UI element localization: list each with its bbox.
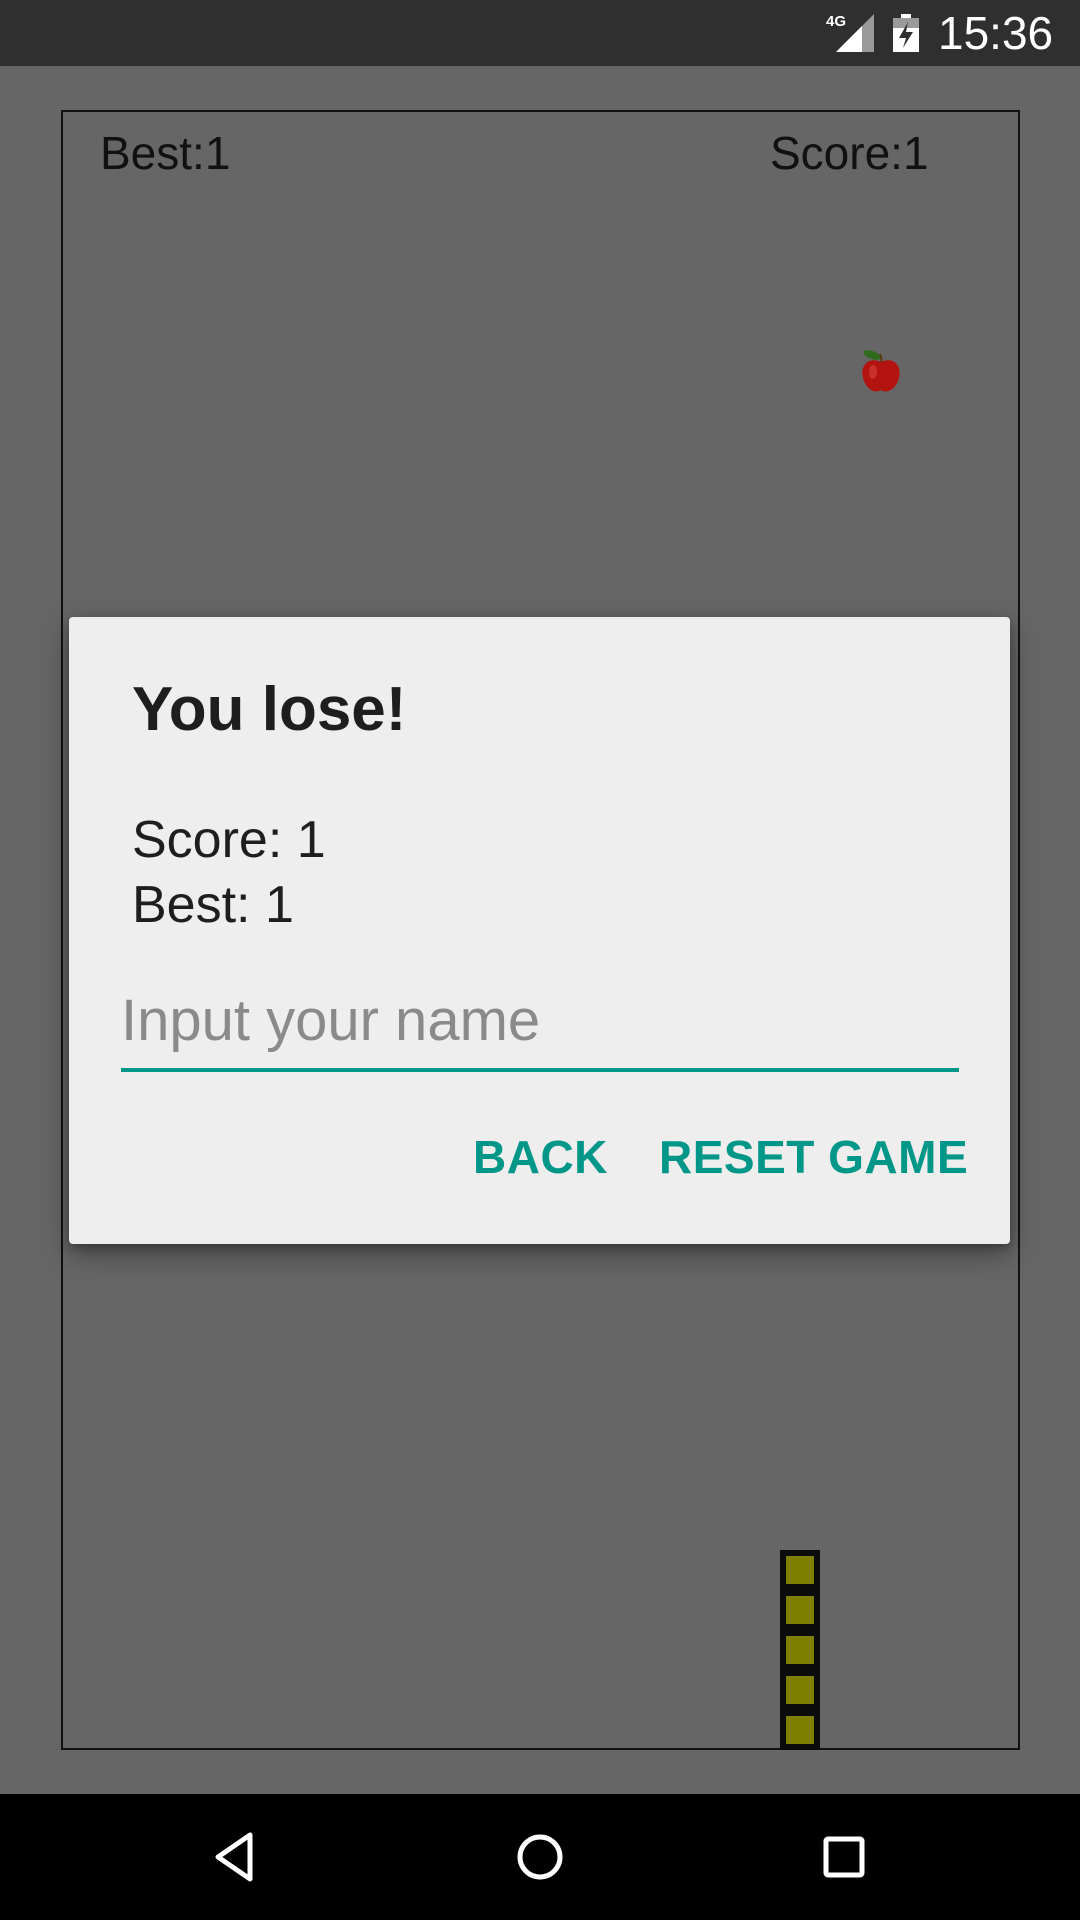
- home-circle-icon[interactable]: [510, 1827, 570, 1887]
- snake-segment: [786, 1556, 814, 1584]
- back-button[interactable]: BACK: [473, 1117, 608, 1197]
- dialog-title: You lose!: [132, 675, 407, 744]
- snake-segment: [786, 1636, 814, 1664]
- snake-segment: [786, 1596, 814, 1624]
- recents-square-icon[interactable]: [814, 1827, 874, 1887]
- navigation-bar: [0, 1794, 1080, 1920]
- snake-segment: [786, 1676, 814, 1704]
- player-name-input[interactable]: [121, 972, 959, 1072]
- snake: [780, 1550, 820, 1750]
- status-bar: 4G 15:36: [0, 0, 1080, 66]
- final-score-text: Score: 1: [132, 811, 326, 869]
- best-score-label: Best:1: [100, 127, 231, 179]
- best-score-text: Best: 1: [132, 876, 294, 934]
- current-score-label: Score:1: [770, 127, 929, 179]
- clock: 15:36: [938, 7, 1054, 59]
- battery-charging-icon: [893, 14, 919, 52]
- apple-icon: [862, 350, 900, 392]
- back-triangle-icon[interactable]: [206, 1827, 266, 1887]
- game-over-dialog: You lose! Score: 1 Best: 1 BACK RESET GA…: [69, 617, 1010, 1244]
- reset-game-button[interactable]: RESET GAME: [659, 1117, 968, 1197]
- snake-segment: [786, 1716, 814, 1744]
- signal-icon: [836, 14, 874, 52]
